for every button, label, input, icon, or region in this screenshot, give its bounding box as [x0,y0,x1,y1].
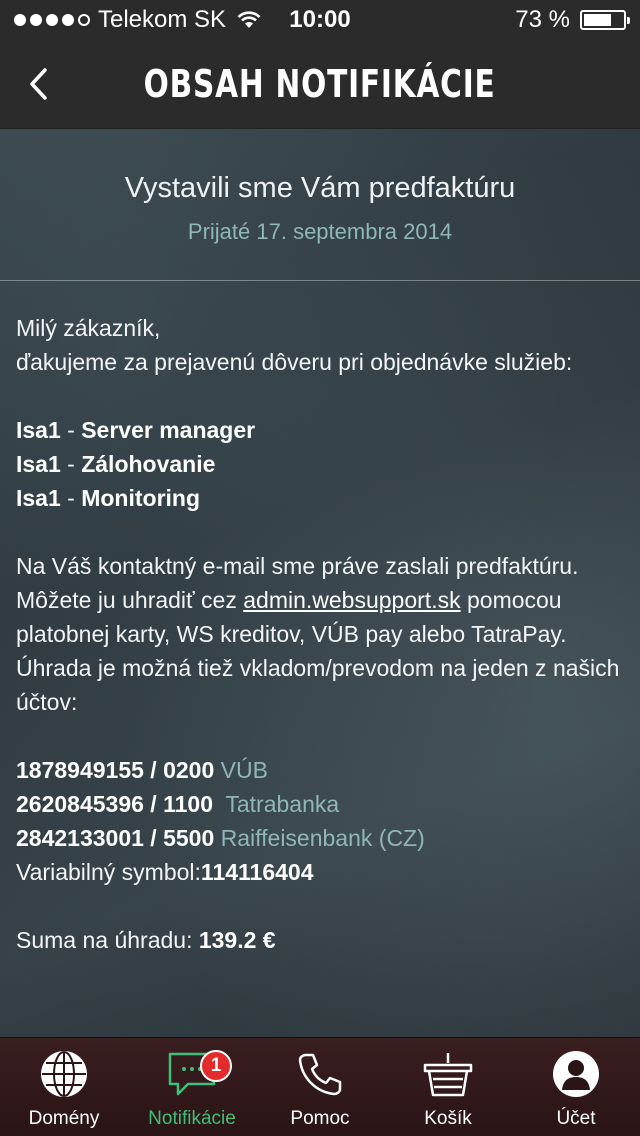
globe-icon [41,1051,87,1097]
service-brand: Isa1 [16,485,61,511]
signal-dot [14,14,26,26]
chevron-left-icon [30,68,47,100]
bank-name: Raiffeisenbank (CZ) [220,825,425,851]
notification-badge: 1 [200,1050,232,1082]
tab-bar: Domény 1 Notifikácie Pomoc Košík Účet [0,1037,640,1136]
tab-label: Účet [556,1108,596,1129]
bank-account: 1878949155 / 0200 VÚB [16,757,268,783]
service-separator: - [60,451,82,477]
message-body: Milý zákazník, ďakujeme za prejavenú dôv… [0,281,640,957]
user-icon [553,1051,599,1097]
signal-dot [46,14,58,26]
service-name: Monitoring [81,485,201,511]
bank-name: VÚB [220,757,268,783]
battery-icon [580,10,630,30]
service-separator: - [60,485,82,511]
battery-fill [584,14,611,26]
status-bar: Telekom SK 10:00 73 % [0,0,640,40]
variable-symbol-value: 114116404 [200,859,314,885]
bank-name: Tatrabanka [225,791,340,817]
service-brand: Isa1 [16,451,61,477]
tab-account[interactable]: Účet [512,1038,640,1136]
bank-account: 2620845396 / 1100 Tatrabanka [16,791,339,817]
notification-title: Vystavili sme Vám predfaktúru [124,172,516,204]
services-list: Isa1 - Server manager Isa1 - Zálohovanie… [16,413,624,515]
tab-label: Domény [28,1108,100,1129]
tab-label: Košík [424,1108,472,1129]
service-name: Server manager [81,417,256,443]
phone-icon [298,1053,342,1096]
amount-due-value: 139.2 € [198,927,276,953]
page-title: OBSAH NOTIFIKÁCIE [144,62,496,106]
signal-strength-icon [14,14,90,26]
battery-percent: 73 % [515,6,570,33]
tab-help[interactable]: Pomoc [256,1038,384,1136]
account-number: 2620845396 / 1100 [16,791,213,817]
received-date: Prijaté 17. septembra 2014 [187,219,453,244]
greeting: Milý zákazník, ďakujeme za prejavenú dôv… [16,311,624,379]
amount-due-label: Suma na úhradu: [16,927,199,953]
tab-label: Pomoc [290,1108,350,1129]
service-brand: Isa1 [16,417,61,443]
greeting-line: Milý zákazník, [16,315,161,341]
service-item: Isa1 - Zálohovanie [16,451,215,477]
back-button[interactable] [18,62,58,106]
signal-dot [30,14,42,26]
account-number: 1878949155 / 0200 [16,757,215,783]
tab-notifications[interactable]: 1 Notifikácie [128,1038,256,1136]
bank-accounts: 1878949155 / 0200 VÚB 2620845396 / 1100 … [16,753,624,889]
notification-header: Vystavili sme Vám predfaktúru Prijaté 17… [0,128,640,281]
amount-due: Suma na úhradu: 139.2 € [16,923,624,957]
thanks-line: ďakujeme za prejavenú dôveru pri objedná… [16,349,573,375]
service-name: Zálohovanie [81,451,216,477]
service-separator: - [60,417,82,443]
signal-dot [78,14,90,26]
service-item: Isa1 - Monitoring [16,485,200,511]
payment-info: Na Váš kontaktný e-mail sme práve zaslal… [16,549,624,719]
account-number: 2842133001 / 5500 [16,825,215,851]
tab-cart[interactable]: Košík [384,1038,512,1136]
notification-content[interactable]: Vystavili sme Vám predfaktúru Prijaté 17… [0,128,640,1038]
variable-symbol-label: Variabilný symbol: [16,859,201,885]
basket-icon [423,1053,473,1097]
tab-domains[interactable]: Domény [0,1038,128,1136]
variable-symbol: Variabilný symbol:114116404 [16,859,314,885]
bank-account: 2842133001 / 5500 Raiffeisenbank (CZ) [16,825,425,851]
admin-link[interactable]: admin.websupport.sk [243,587,460,613]
wifi-icon [236,10,262,30]
tab-label: Notifikácie [148,1108,236,1129]
service-item: Isa1 - Server manager [16,417,255,443]
signal-dot [62,14,74,26]
carrier-name: Telekom SK [98,6,227,33]
navigation-bar: OBSAH NOTIFIKÁCIE [0,40,640,129]
